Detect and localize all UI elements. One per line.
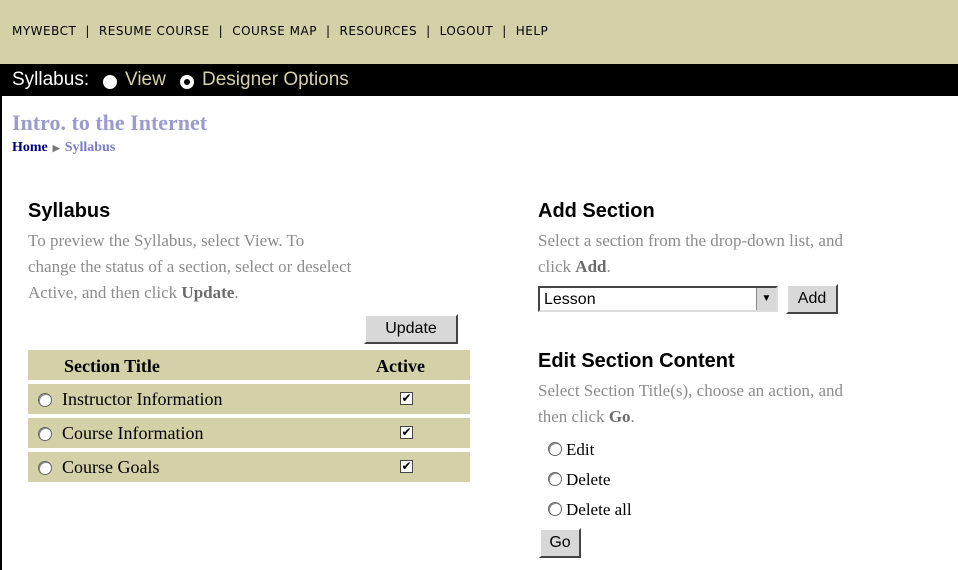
view-option-label[interactable]: View xyxy=(125,69,166,91)
go-button[interactable]: Go xyxy=(539,528,581,558)
breadcrumb-current: Syllabus xyxy=(64,140,116,155)
active-checkbox[interactable]: ✔ xyxy=(400,460,413,473)
delete-action-option: Delete xyxy=(548,470,610,490)
edit-action-radio[interactable] xyxy=(548,442,562,456)
nav-mywebct-link[interactable]: MYWEBCT xyxy=(12,24,76,38)
add-section-help-text: Select a section from the drop-down list… xyxy=(538,228,958,280)
nav-help-link[interactable]: HELP xyxy=(516,24,549,38)
delete-all-action-radio[interactable] xyxy=(548,502,562,516)
edit-action-option: Edit xyxy=(548,440,594,460)
syllabus-help-text: To preview the Syllabus, select View. To… xyxy=(28,228,488,306)
syllabus-mode-bar: Syllabus: View Designer Options xyxy=(0,66,958,96)
syllabus-help-line: To preview the Syllabus, select View. To xyxy=(28,231,305,250)
edit-section-help-fragment: . xyxy=(630,407,635,426)
section-type-select-value: Lesson xyxy=(544,291,596,308)
delete-all-action-label: Delete all xyxy=(566,500,632,519)
syllabus-heading: Syllabus xyxy=(28,200,111,222)
section-title-column-header: Section Title xyxy=(64,356,160,376)
table-row: Course Information ✔ xyxy=(28,418,470,448)
top-nav: MYWEBCT | RESUME COURSE | COURSE MAP | RESOURC… xyxy=(0,0,958,66)
nav-logout-link[interactable]: LOGOUT xyxy=(440,24,494,38)
update-button[interactable]: Update xyxy=(364,314,458,344)
edit-section-help-text: Select Section Title(s), choose an actio… xyxy=(538,378,958,430)
breadcrumb-arrow-icon: ▶ xyxy=(52,143,60,153)
nav-separator: | xyxy=(502,24,507,38)
delete-action-label: Delete xyxy=(566,470,611,489)
syllabus-help-line: Active, and then click Update. xyxy=(28,280,488,306)
edit-section-help-fragment: then click xyxy=(538,407,609,426)
add-section-help-fragment: click xyxy=(538,257,576,276)
section-title: Course Goals xyxy=(62,457,160,477)
add-section-heading: Add Section xyxy=(538,200,655,222)
delete-action-radio[interactable] xyxy=(548,472,562,486)
section-select-radio[interactable] xyxy=(38,461,52,475)
chevron-down-icon[interactable]: ▼ xyxy=(756,288,776,310)
add-section-help-bold: Add xyxy=(575,257,607,276)
syllabus-help-line: change the status of a section, select o… xyxy=(28,257,352,276)
section-title: Instructor Information xyxy=(62,389,223,409)
section-title: Course Information xyxy=(62,423,204,443)
nav-course-map-link[interactable]: COURSE MAP xyxy=(232,24,317,38)
section-select-radio[interactable] xyxy=(38,393,52,407)
nav-separator: | xyxy=(325,24,331,38)
top-nav-links: MYWEBCT | RESUME COURSE | COURSE MAP | RESOURC… xyxy=(12,24,548,38)
add-button[interactable]: Add xyxy=(786,284,838,314)
table-row: Instructor Information ✔ xyxy=(28,384,470,414)
breadcrumb-home-link[interactable]: Home xyxy=(12,140,48,155)
syllabus-help-fragment: . xyxy=(234,283,239,302)
add-section-help-line: Select a section from the drop-down list… xyxy=(538,231,843,250)
section-select-radio[interactable] xyxy=(38,427,52,441)
edit-action-label: Edit xyxy=(566,440,595,459)
designer-options-radio[interactable] xyxy=(180,75,194,89)
delete-all-action-option: Delete all xyxy=(548,500,632,520)
designer-options-label[interactable]: Designer Options xyxy=(202,69,349,91)
syllabus-help-fragment: Active, and then click xyxy=(28,283,182,302)
syllabus-help-bold: Update xyxy=(181,283,235,302)
active-checkbox[interactable]: ✔ xyxy=(400,392,413,405)
nav-resume-course-link[interactable]: RESUME COURSE xyxy=(99,24,210,38)
mode-bar-label: Syllabus: xyxy=(12,69,90,90)
table-row: Course Goals ✔ xyxy=(28,452,470,482)
section-type-select[interactable]: Lesson ▼ xyxy=(538,286,778,312)
nav-separator: | xyxy=(218,24,224,38)
active-checkbox[interactable]: ✔ xyxy=(400,426,413,439)
edit-section-help-line: then click Go. xyxy=(538,404,958,430)
nav-resources-link[interactable]: RESOURCES xyxy=(340,24,418,38)
edit-section-help-bold: Go xyxy=(608,407,631,426)
breadcrumb: Home ▶ Syllabus xyxy=(12,140,115,156)
nav-separator: | xyxy=(426,24,431,38)
section-table-header: Section Title Active xyxy=(28,350,470,380)
edit-section-help-line: Select Section Title(s), choose an actio… xyxy=(538,381,843,400)
nav-separator: | xyxy=(85,24,90,38)
add-section-help-fragment: . xyxy=(606,257,611,276)
add-section-help-line: click Add. xyxy=(538,254,958,280)
active-column-header: Active xyxy=(376,356,425,376)
edit-section-heading: Edit Section Content xyxy=(538,350,735,372)
course-title: Intro. to the Internet xyxy=(12,110,208,135)
view-radio[interactable] xyxy=(103,75,117,89)
section-table: Section Title Active Instructor Informat… xyxy=(28,350,470,486)
